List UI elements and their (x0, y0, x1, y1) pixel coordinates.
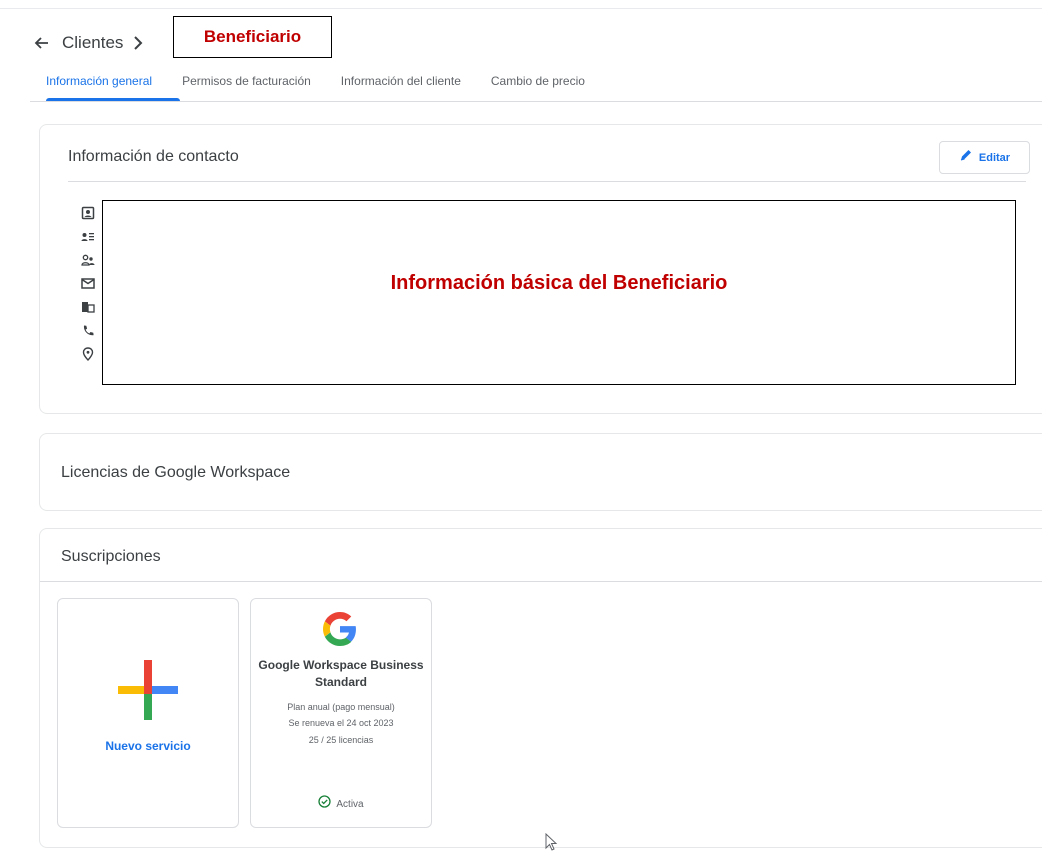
edit-button-label: Editar (978, 151, 1011, 164)
status-badge: Activa (251, 795, 431, 813)
person-list-icon (80, 229, 96, 245)
check-circle-icon (318, 795, 332, 813)
pencil-icon (959, 148, 973, 167)
plus-icon (118, 660, 178, 720)
subscription-name: Google Workspace Business Standard (258, 658, 424, 689)
beneficiary-info-placeholder: Información básica del Beneficiario (390, 272, 728, 294)
tab-informacion-cliente[interactable]: Información del cliente (341, 72, 461, 100)
building-icon (80, 299, 96, 315)
tab-permisos-facturacion[interactable]: Permisos de facturación (182, 72, 311, 100)
tab-cambio-precio[interactable]: Cambio de precio (491, 72, 585, 100)
location-pin-icon (80, 346, 96, 362)
chevron-right-icon (133, 36, 143, 50)
phone-icon (80, 323, 96, 339)
tab-informacion-general[interactable]: Información general (46, 72, 152, 100)
subscription-plan: Plan anual (pago mensual) (287, 702, 395, 712)
subscriptions-card: Suscripciones Nuevo servicio Google Work… (39, 528, 1042, 848)
subscription-renewal: Se renueva el 24 oct 2023 (288, 718, 394, 728)
breadcrumb-current: Beneficiario (203, 27, 302, 46)
contact-divider (68, 181, 1026, 182)
contact-info-card: Información de contacto Editar Informaci… (39, 124, 1042, 414)
edit-button[interactable]: Editar (939, 141, 1030, 174)
subscriptions-divider (40, 581, 1042, 582)
new-service-label: Nuevo servicio (105, 739, 191, 753)
breadcrumb-clientes-link[interactable]: Clientes (62, 33, 123, 53)
mouse-cursor-icon (545, 833, 558, 851)
subscription-licenses: 25 / 25 licencias (308, 735, 374, 745)
arrow-back-icon[interactable] (30, 32, 52, 54)
google-g-icon (323, 612, 356, 646)
mail-icon (80, 276, 96, 292)
breadcrumb: Clientes (30, 30, 143, 56)
people-icon (80, 252, 96, 268)
contact-card-icon (80, 205, 96, 221)
top-divider (0, 8, 1042, 9)
new-service-tile[interactable]: Nuevo servicio (57, 598, 239, 828)
contact-card-title: Información de contacto (68, 148, 239, 165)
beneficiary-info-annotation: Información básica del Beneficiario (102, 200, 1016, 385)
subscription-status: Activa (336, 798, 364, 810)
subscriptions-card-title: Suscripciones (61, 548, 161, 565)
tabs-divider (30, 101, 1042, 102)
licenses-card-title: Licencias de Google Workspace (61, 464, 291, 481)
licenses-card[interactable]: Licencias de Google Workspace (39, 433, 1042, 511)
current-page-annotation: Beneficiario (173, 16, 332, 58)
contact-icon-column (80, 205, 96, 370)
subscription-tile[interactable]: Google Workspace Business Standard Plan … (250, 598, 432, 828)
